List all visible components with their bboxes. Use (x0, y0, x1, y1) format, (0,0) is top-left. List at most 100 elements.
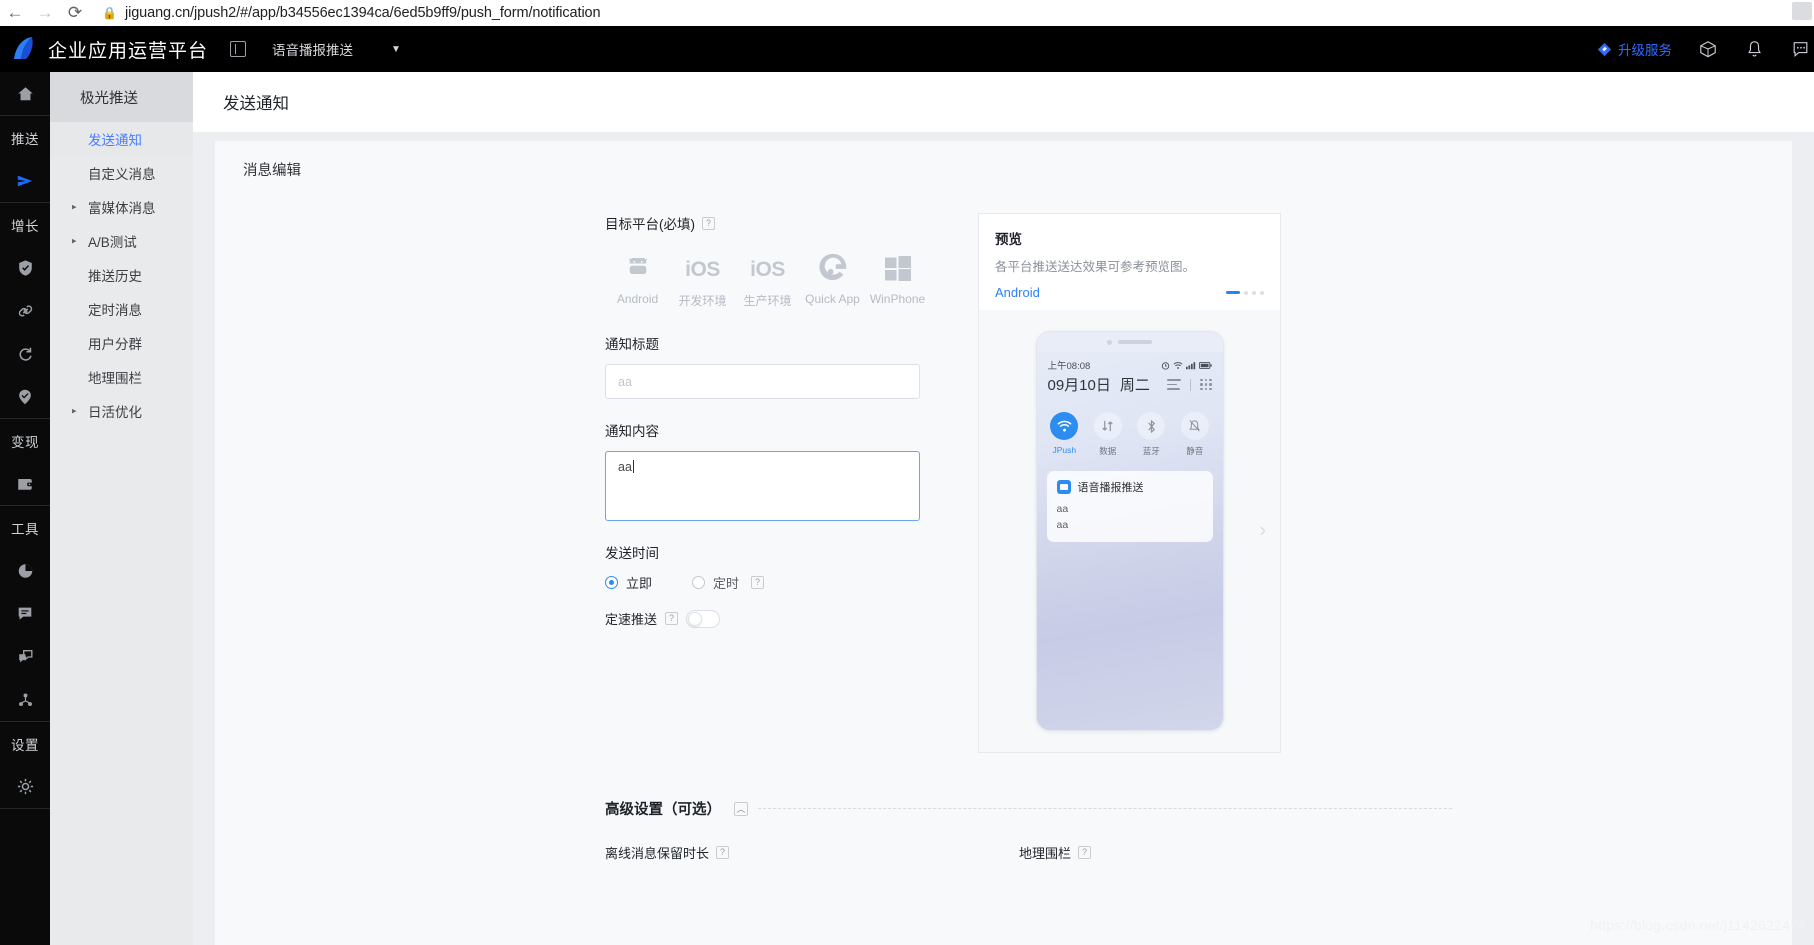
platform-label: 开发环境 (678, 294, 727, 308)
quick-toggle-label: JPush (1052, 445, 1077, 455)
platform-option-4[interactable]: WinPhone (865, 244, 930, 309)
rail-label-push: 推送 (11, 131, 39, 147)
preview-tabs: Android (995, 285, 1264, 300)
sidebar-item-5[interactable]: 定时消息 (50, 292, 193, 326)
refresh-icon[interactable] (0, 332, 50, 375)
browser-extensions[interactable] (1774, 0, 1814, 26)
sidebar-item-6[interactable]: 用户分群 (50, 326, 193, 360)
link-icon[interactable] (0, 289, 50, 332)
wifi-icon (1173, 361, 1182, 369)
bell-icon[interactable] (1744, 39, 1764, 59)
help-icon[interactable]: ? (702, 216, 715, 230)
chat-icon[interactable] (1790, 39, 1810, 59)
sidebar-item-8[interactable]: ▸ 日活优化 (50, 394, 193, 428)
phone-notification-card: 语音播报推送 aa aa (1046, 471, 1213, 542)
chevron-right-icon[interactable]: ▸ (72, 406, 77, 417)
pin-analytics-icon[interactable] (0, 375, 50, 418)
quickapp-icon (800, 244, 865, 282)
pie-chart-icon[interactable] (0, 549, 50, 592)
radio-send-scheduled[interactable]: 定时 (692, 573, 739, 592)
chevron-right-icon[interactable]: ▸ (72, 202, 77, 213)
rail-label-growth: 增长 (11, 218, 39, 234)
sidebar-collapse-icon[interactable] (230, 41, 247, 57)
notification-header: 语音播报推送 (1056, 479, 1203, 495)
send-icon[interactable] (0, 159, 50, 202)
gear-icon[interactable] (0, 765, 50, 808)
network-icon[interactable] (0, 678, 50, 721)
help-icon[interactable]: ? (716, 846, 730, 859)
platform-option-0[interactable]: Android (605, 244, 670, 309)
phone-weekday-value: 周二 (1119, 377, 1150, 394)
rail-label-settings: 设置 (11, 737, 39, 753)
back-arrow-icon[interactable]: ← (0, 0, 30, 26)
platform-option-1[interactable]: iOS 开发环境 (670, 244, 735, 309)
quick-toggle-2[interactable]: 蓝牙 (1130, 412, 1174, 457)
sidebar-item-0[interactable]: 发送通知 (50, 122, 193, 156)
list-view-icon[interactable] (1167, 379, 1181, 390)
forward-arrow-icon[interactable]: → (30, 0, 60, 26)
quick-toggle-3[interactable]: 静音 (1173, 412, 1217, 457)
wallet-icon[interactable] (0, 462, 50, 505)
target-platform-label-text: 目标平台(必填) (605, 217, 695, 232)
quick-toggle-label: 静音 (1186, 446, 1204, 456)
quick-toggle-label: 蓝牙 (1142, 446, 1160, 456)
rate-push-help-icon[interactable]: ? (665, 612, 679, 625)
sidebar-item-label: 定时消息 (88, 303, 142, 318)
advanced-field-1: 地理围栏? (1019, 843, 1092, 862)
rail-group-5: 设置 (0, 722, 50, 809)
upgrade-service-button[interactable]: 升级服务 (1597, 39, 1672, 59)
chevron-right-icon[interactable]: ▸ (72, 236, 77, 247)
preview-pagination-dots[interactable] (1226, 290, 1264, 295)
reload-icon[interactable]: ⟳ (60, 0, 90, 26)
shield-icon[interactable] (0, 246, 50, 289)
notification-title-label: 通知标题 (605, 337, 659, 352)
help-icon[interactable]: ? (1078, 846, 1092, 859)
sidebar-item-3[interactable]: ▸ A/B测试 (50, 224, 193, 258)
quick-toggle-1[interactable]: 数据 (1086, 412, 1130, 457)
radio-dot-now (605, 576, 618, 589)
sidebar-item-4[interactable]: 推送历史 (50, 258, 193, 292)
rail-label-monetize: 变现 (11, 434, 39, 450)
send-time-radio-group: 立即 定时 ? (605, 573, 960, 592)
sidebar-item-1[interactable]: 自定义消息 (50, 156, 193, 190)
platform-label: WinPhone (869, 292, 926, 306)
phone-status-icons (1161, 361, 1212, 370)
grid-view-icon[interactable] (1200, 378, 1212, 391)
primary-nav-rail: 推送 增长 变现 工具 设置 (0, 72, 50, 945)
platform-label: 生产环境 (743, 294, 792, 308)
platform-option-3[interactable]: Quick App (800, 244, 865, 309)
chat-bubbles-icon[interactable] (0, 635, 50, 678)
message-icon[interactable] (0, 592, 50, 635)
phone-notch (1036, 332, 1223, 352)
app-selector-dropdown[interactable]: 语音播报推送 ▼ (272, 39, 401, 59)
notification-content-textarea[interactable]: aa (605, 451, 920, 521)
sidebar-item-2[interactable]: ▸ 富媒体消息 (50, 190, 193, 224)
preview-tab-android[interactable]: Android (995, 285, 1040, 300)
rate-push-toggle[interactable] (686, 609, 721, 628)
sidebar-item-7[interactable]: 地理围栏 (50, 360, 193, 394)
notification-content-value: aa (618, 460, 632, 474)
page-brand-title: 企业应用运营平台 (48, 40, 209, 62)
text-caret (632, 460, 634, 473)
preview-header: 预览 各平台推送送达效果可参考预览图。 Android (979, 214, 1280, 310)
upgrade-service-label: 升级服务 (1618, 43, 1672, 58)
rate-push-row: 定速推送 ? (605, 609, 960, 628)
radio-send-now[interactable]: 立即 (605, 573, 652, 592)
preview-next-arrow-icon[interactable]: › (1259, 520, 1266, 543)
battery-icon (1198, 361, 1212, 369)
radio-send-scheduled-label: 定时 (713, 576, 740, 591)
home-icon[interactable] (0, 72, 50, 115)
advanced-settings-title: 高级设置（可选） (605, 802, 721, 818)
chevron-up-icon[interactable]: ︿ (734, 801, 748, 816)
windows-icon (865, 244, 930, 282)
platform-option-2[interactable]: iOS 生产环境 (735, 244, 800, 309)
scheduled-help-icon[interactable]: ? (751, 576, 765, 589)
main-content: 发送通知 消息编辑 目标平台(必填) ? Android iOS 开发环境 iOS 生产… (193, 72, 1814, 945)
address-bar[interactable]: 🔒 jiguang.cn/jpush2/#/app/b34556ec1394ca… (98, 0, 1774, 26)
quick-toggle-0[interactable]: JPush (1043, 412, 1087, 457)
content-shell: 消息编辑 目标平台(必填) ? Android iOS 开发环境 iOS 生产环境 Qui… (193, 132, 1814, 945)
notification-title-input[interactable] (605, 364, 920, 399)
message-edit-card: 消息编辑 目标平台(必填) ? Android iOS 开发环境 iOS 生产环境 Qui… (215, 141, 1792, 945)
cube-icon[interactable] (1698, 39, 1718, 59)
sidebar-item-label: 推送历史 (88, 269, 142, 284)
